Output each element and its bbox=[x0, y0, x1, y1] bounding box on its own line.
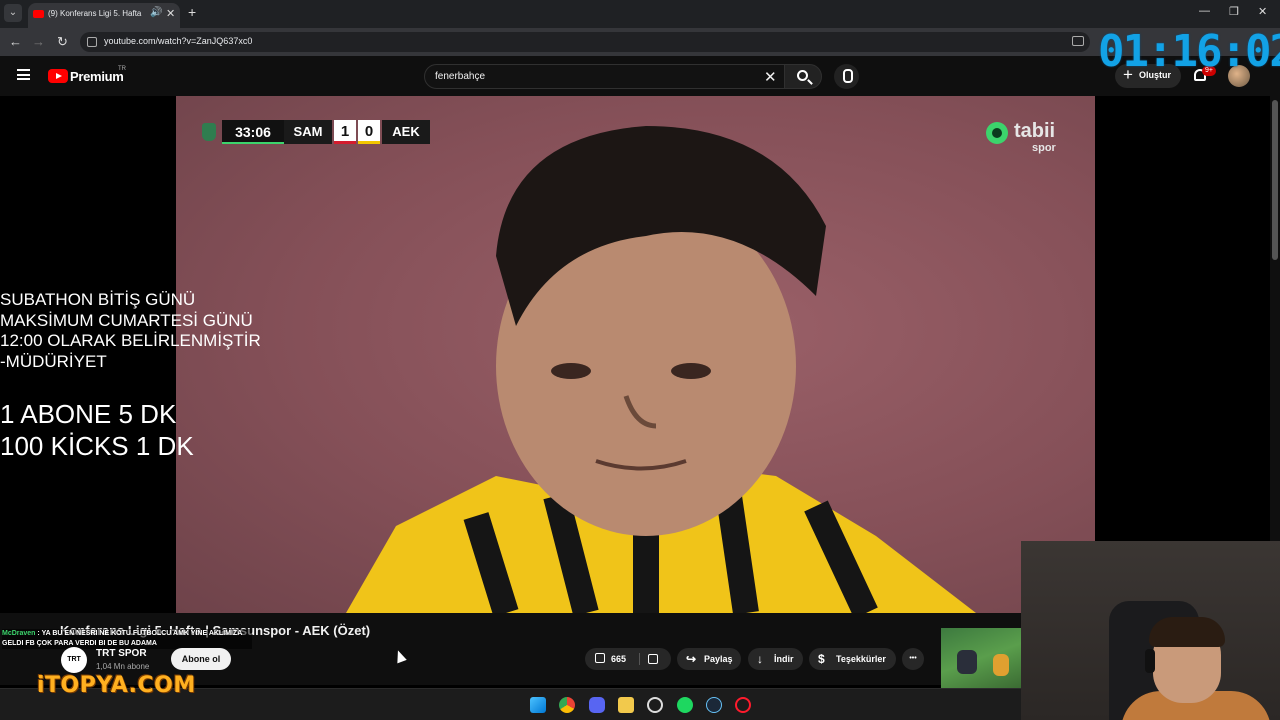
url-text: youtube.com/watch?v=ZanJQ637xc0 bbox=[104, 36, 253, 46]
match-time: 33:06 bbox=[222, 120, 284, 144]
tab-close-icon[interactable]: ✕ bbox=[166, 7, 175, 20]
home-team: SAM bbox=[284, 120, 332, 144]
restore-icon[interactable]: ❐ bbox=[1229, 5, 1239, 18]
site-info-icon[interactable] bbox=[87, 37, 97, 47]
youtube-favicon-icon bbox=[33, 10, 44, 18]
more-actions-button[interactable]: ••• bbox=[902, 648, 924, 670]
tab-audio-icon[interactable]: 🔊 bbox=[150, 7, 162, 18]
voice-search-icon[interactable] bbox=[834, 64, 859, 89]
channel-avatar[interactable]: TRT bbox=[61, 647, 87, 673]
channel-name[interactable]: TRT SPOR bbox=[96, 648, 147, 659]
subathon-notice: SUBATHON BİTİŞ GÜNÜ MAKSİMUM CUMARTESİ G… bbox=[0, 290, 300, 372]
reload-icon[interactable]: ↻ bbox=[57, 34, 68, 50]
search-icon bbox=[797, 70, 808, 81]
broadcaster-sub: spor bbox=[1032, 142, 1056, 154]
minimize-icon[interactable]: — bbox=[1199, 5, 1210, 17]
cast-icon[interactable] bbox=[1072, 36, 1084, 46]
browser-toolbar: ← → ↻ youtube.com/watch?v=ZanJQ637xc0 bbox=[0, 28, 1280, 56]
discord-icon[interactable] bbox=[589, 697, 605, 713]
trophy-icon bbox=[202, 123, 216, 141]
thanks-icon: $ bbox=[818, 652, 825, 666]
start-icon[interactable] bbox=[530, 697, 546, 713]
obs-icon[interactable] bbox=[647, 697, 663, 713]
subathon-rates: 1 ABONE 5 DK 100 KİCKS 1 DK bbox=[0, 398, 194, 462]
forward-icon[interactable]: → bbox=[32, 34, 45, 49]
recommended-video-thumbnail[interactable] bbox=[941, 628, 1021, 688]
like-count[interactable]: 665 bbox=[611, 648, 626, 670]
clear-search-icon[interactable]: ✕ bbox=[764, 68, 777, 86]
download-label: İndir bbox=[774, 654, 794, 664]
stream-timer: 01:16:02 bbox=[1098, 26, 1280, 77]
youtube-logo-text[interactable]: Premium bbox=[70, 69, 124, 84]
dislike-icon[interactable] bbox=[648, 654, 658, 664]
browser-tab[interactable]: (9) Konferans Ligi 5. Hafta | Samsunspor… bbox=[28, 3, 180, 28]
scoreboard: 33:06 SAM 1 0 AEK bbox=[198, 120, 446, 144]
video-player[interactable]: 33:06 SAM 1 0 AEK tabii spor bbox=[176, 96, 1095, 613]
home-score: 1 bbox=[334, 120, 356, 144]
download-icon: ↓ bbox=[757, 652, 763, 666]
notice-line: -MÜDÜRİYET bbox=[0, 351, 107, 371]
away-team: AEK bbox=[382, 120, 430, 144]
streamer-hair bbox=[1149, 617, 1225, 647]
tab-search-button[interactable]: ⌄ bbox=[4, 4, 22, 22]
window-close-icon[interactable]: ✕ bbox=[1258, 5, 1267, 18]
chrome-icon[interactable] bbox=[559, 697, 575, 713]
sponsor-logo: iTOPYA.COM bbox=[37, 673, 196, 698]
notice-line: SUBATHON BİTİŞ GÜNÜ bbox=[0, 290, 196, 309]
notice-line: MAKSİMUM CUMARTESİ GÜNÜ bbox=[0, 310, 253, 330]
search-button[interactable] bbox=[784, 64, 822, 89]
search-box[interactable]: fenerbahçe ✕ bbox=[424, 64, 786, 89]
new-tab-button[interactable]: + bbox=[188, 4, 196, 20]
player-figure bbox=[346, 126, 976, 613]
thumbnail-figure bbox=[993, 654, 1009, 676]
webcam-overlay bbox=[1021, 541, 1280, 720]
rate-kicks: 100 KİCKS 1 DK bbox=[0, 431, 194, 461]
chat-user: McDraven bbox=[2, 630, 36, 637]
country-code: TR bbox=[118, 66, 126, 72]
broadcaster-logo: tabii bbox=[1014, 120, 1056, 142]
away-score: 0 bbox=[358, 120, 380, 144]
notice-line: 12:00 OLARAK BELİRLENMİŞTİR bbox=[0, 331, 261, 350]
file-explorer-icon[interactable] bbox=[618, 697, 634, 713]
scrollbar-thumb[interactable] bbox=[1272, 100, 1278, 260]
share-icon: ↪ bbox=[686, 652, 697, 666]
headphones-icon bbox=[1145, 649, 1155, 673]
share-label: Paylaş bbox=[704, 654, 733, 664]
youtube-header: Premium TR fenerbahçe ✕ + Oluştur 9+ bbox=[0, 56, 1280, 96]
like-icon[interactable] bbox=[595, 653, 605, 663]
steam-icon[interactable] bbox=[706, 697, 722, 713]
opera-icon[interactable] bbox=[735, 697, 751, 713]
menu-icon[interactable] bbox=[17, 69, 30, 80]
tabii-logo-icon bbox=[986, 122, 1008, 144]
tab-title: (9) Konferans Ligi 5. Hafta | Samsunspor… bbox=[48, 9, 144, 18]
spotify-icon[interactable] bbox=[677, 697, 693, 713]
thanks-label: Teşekkürler bbox=[836, 654, 886, 664]
like-dislike-group: 665 bbox=[585, 648, 671, 670]
screen: ⌄ (9) Konferans Ligi 5. Hafta | Samsunsp… bbox=[0, 0, 1280, 720]
share-button[interactable]: ↪ Paylaş bbox=[677, 648, 741, 670]
subscribe-button[interactable]: Abone ol bbox=[171, 648, 231, 670]
search-input[interactable]: fenerbahçe bbox=[435, 71, 485, 82]
subscriber-count: 1,04 Mn abone bbox=[96, 662, 150, 671]
back-icon[interactable]: ← bbox=[9, 34, 22, 49]
address-bar[interactable]: youtube.com/watch?v=ZanJQ637xc0 bbox=[80, 32, 1090, 52]
chat-message: McDraven : YA BU EN NESRI NE KOTU FUTBOL… bbox=[2, 629, 252, 649]
divider bbox=[639, 653, 640, 665]
chat-text: YA BU EN NESRI NE KOTU FUTBOLCU AMK YINE… bbox=[2, 630, 242, 647]
browser-tab-strip: ⌄ (9) Konferans Ligi 5. Hafta | Samsunsp… bbox=[0, 0, 1280, 28]
thumbnail-figure bbox=[957, 650, 977, 674]
download-button[interactable]: ↓ İndir bbox=[748, 648, 803, 670]
youtube-logo-icon[interactable] bbox=[48, 69, 68, 83]
rate-subscribe: 1 ABONE 5 DK bbox=[0, 399, 177, 429]
thanks-button[interactable]: $ Teşekkürler bbox=[809, 648, 896, 670]
